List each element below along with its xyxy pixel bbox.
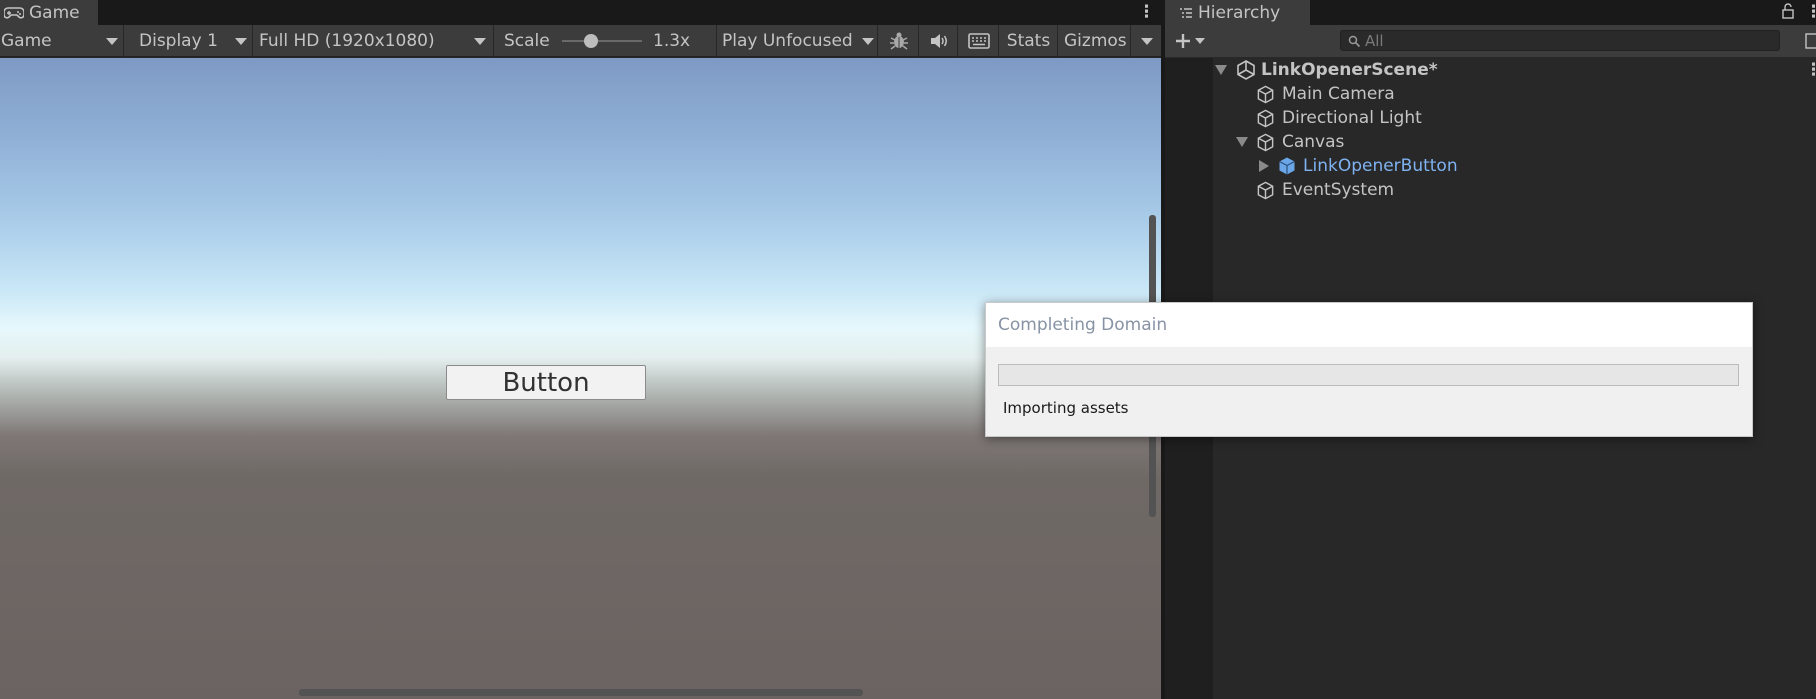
progress-dialog: Completing Domain Importing assets	[985, 302, 1753, 437]
hierarchy-item-canvas[interactable]: Canvas	[1165, 130, 1816, 154]
prefab-cube-icon	[1279, 157, 1295, 175]
search-placeholder: All	[1365, 31, 1384, 50]
progress-bar	[998, 364, 1739, 386]
game-menu-kebab-icon[interactable]: ⋮	[1138, 2, 1155, 22]
game-mode-dropdown[interactable]: Game	[0, 25, 124, 57]
item-label: Main Camera	[1282, 84, 1395, 104]
item-label: Canvas	[1282, 132, 1345, 152]
mute-audio-toggle[interactable]	[920, 25, 958, 57]
display-dropdown[interactable]: Display 1	[125, 25, 253, 57]
expand-arrow-icon[interactable]	[1215, 65, 1227, 75]
scale-slider-handle[interactable]	[584, 34, 598, 48]
hierarchy-scene-row[interactable]: LinkOpenerScene* ⋮	[1165, 58, 1816, 82]
search-icon	[1348, 35, 1361, 48]
game-ui-button[interactable]: Button	[446, 365, 646, 400]
hierarchy-search-input[interactable]: All	[1340, 30, 1780, 51]
item-label: LinkOpenerButton	[1303, 156, 1458, 176]
hierarchy-menu-kebab-icon[interactable]: ⋮	[1805, 2, 1816, 22]
play-mode-dropdown[interactable]: Play Unfocused	[718, 25, 878, 57]
scale-slider-track[interactable]	[562, 40, 642, 42]
game-tab-bar: Game ⋮	[0, 0, 1161, 25]
scene-visibility-icon[interactable]	[1805, 33, 1816, 49]
gameobject-cube-icon	[1257, 85, 1274, 104]
hierarchy-item-main-camera[interactable]: Main Camera	[1165, 82, 1816, 106]
scene-menu-kebab-icon[interactable]: ⋮	[1805, 60, 1816, 80]
display-label: Display 1	[139, 31, 218, 51]
tab-game-label: Game	[29, 2, 80, 23]
collapse-arrow-icon[interactable]	[1259, 160, 1269, 172]
shortcuts-toggle[interactable]	[959, 25, 999, 57]
hierarchy-item-directional-light[interactable]: Directional Light	[1165, 106, 1816, 130]
gizmos-button[interactable]: Gizmos	[1059, 25, 1131, 57]
chevron-down-icon	[235, 38, 247, 45]
audio-icon	[930, 34, 947, 48]
hierarchy-item-linkopenerbutton[interactable]: LinkOpenerButton	[1165, 154, 1816, 178]
plus-icon	[1176, 34, 1190, 48]
create-dropdown[interactable]	[1175, 29, 1211, 53]
horizontal-scrollbar[interactable]	[299, 689, 863, 696]
chevron-down-icon	[1140, 37, 1153, 45]
scene-name: LinkOpenerScene*	[1261, 60, 1438, 80]
scale-control: Scale 1.3x	[495, 25, 717, 57]
item-label: EventSystem	[1282, 180, 1395, 200]
tab-hierarchy[interactable]: Hierarchy	[1165, 0, 1310, 25]
game-mode-label: Game	[1, 31, 52, 51]
bug-icon	[889, 32, 908, 50]
resolution-label: Full HD (1920x1080)	[259, 31, 435, 51]
game-controller-icon	[4, 6, 24, 19]
gizmos-dropdown[interactable]	[1132, 25, 1161, 57]
hierarchy-item-eventsystem[interactable]: EventSystem	[1165, 178, 1816, 202]
scale-value: 1.3x	[653, 31, 691, 51]
item-label: Directional Light	[1282, 108, 1422, 128]
gameobject-cube-icon	[1257, 133, 1274, 152]
dialog-title: Completing Domain	[986, 303, 1752, 347]
tab-hierarchy-label: Hierarchy	[1198, 2, 1281, 23]
keyboard-icon	[967, 33, 990, 49]
resolution-dropdown[interactable]: Full HD (1920x1080)	[254, 25, 494, 57]
gizmos-label: Gizmos	[1064, 31, 1127, 51]
gameobject-cube-icon	[1257, 109, 1274, 128]
stats-label: Stats	[1006, 31, 1051, 51]
tab-game[interactable]: Game	[0, 0, 98, 25]
expand-arrow-icon[interactable]	[1236, 137, 1248, 147]
gameobject-cube-icon	[1257, 181, 1274, 200]
chevron-down-icon	[1195, 38, 1205, 44]
scale-label: Scale	[504, 31, 550, 51]
dialog-status-text: Importing assets	[1003, 399, 1129, 417]
chevron-down-icon	[862, 38, 874, 45]
play-mode-label: Play Unfocused	[722, 31, 853, 51]
hierarchy-list-icon	[1180, 7, 1192, 18]
chevron-down-icon	[474, 38, 486, 45]
debug-toggle[interactable]	[879, 25, 919, 57]
game-toolbar: Game Display 1 Full HD (1920x1080) Scale…	[0, 25, 1161, 57]
unity-scene-icon	[1237, 60, 1255, 80]
stats-button[interactable]: Stats	[1000, 25, 1058, 57]
lock-icon[interactable]	[1781, 3, 1795, 19]
chevron-down-icon	[106, 38, 118, 45]
hierarchy-tab-bar: Hierarchy ⋮	[1165, 0, 1816, 25]
